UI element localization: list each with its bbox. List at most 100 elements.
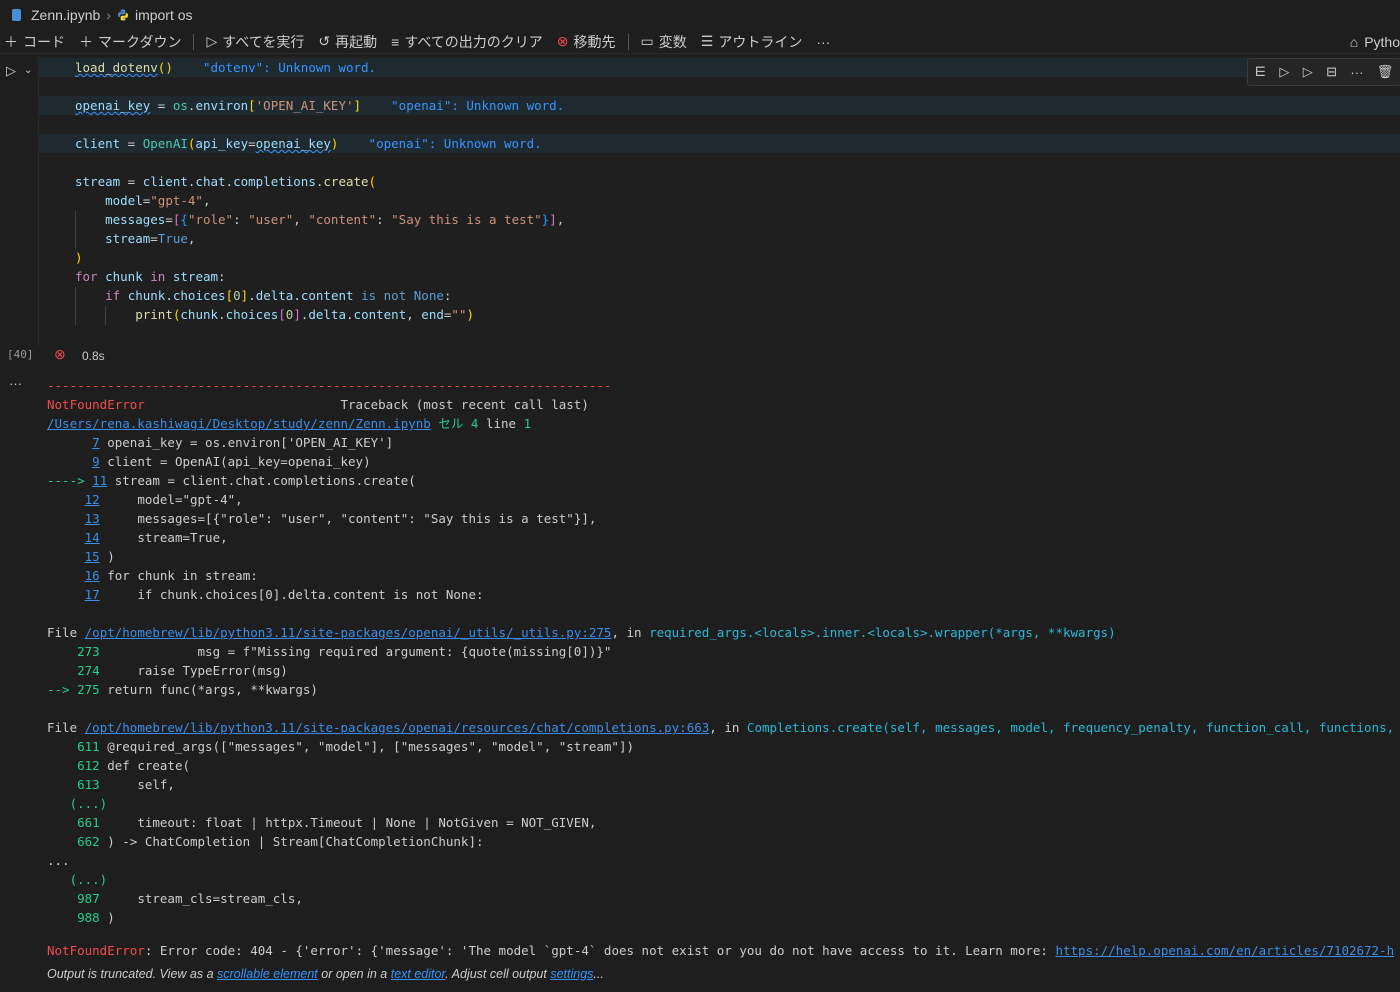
breadcrumb-file[interactable]: Zenn.ipynb [31,7,100,23]
function-signature: required_args.<locals>.inner.<locals>.wr… [649,625,1116,640]
settings-link[interactable]: settings [550,967,593,981]
code-line: messages=[{"role": "user", "content": "S… [105,212,565,227]
kernel-label: Pytho [1364,34,1400,50]
outline-list-icon: ☰ [700,33,714,49]
traceback-line: 662 ) -> ChatCompletion | Stream[ChatCom… [77,834,484,849]
line-link[interactable]: 7 [92,435,100,450]
traceback-dashes: ----------------------------------------… [47,378,612,393]
add-code-button[interactable]: ＋ コード [4,32,65,52]
text-editor-link[interactable]: text editor [391,967,445,981]
chevron-down-icon[interactable]: ⌄ [24,65,32,76]
variables-button[interactable]: ▭ 変数 [641,32,687,52]
clear-all-icon: ≡ [391,33,400,50]
error-name: NotFoundError [47,943,145,958]
restart-icon: ↺ [318,33,331,49]
traceback-line: 987 stream_cls=stream_cls, [77,891,303,906]
error-circle-icon: ⊗ [556,33,569,49]
traceback-line: 17 if chunk.choices[0].delta.content is … [84,587,484,602]
line-number: 1 [523,416,532,431]
traceback-line: 613 self, [77,777,175,792]
diagnostic-hint: "openai": Unknown word. [391,98,565,113]
traceback-header: Traceback (most recent call last) [144,397,589,412]
line-link[interactable]: 15 [85,549,100,564]
restart-label: 再起動 [335,33,378,50]
line-link[interactable]: 12 [85,492,100,507]
delete-cell-icon[interactable]: 🗑 [1377,64,1394,80]
traceback-line: 612 def create( [77,758,190,773]
run-below-icon[interactable]: ▷ [1303,64,1313,80]
toolbar-divider [193,33,195,50]
error-status-icon: ⊗ [54,346,66,362]
goto-button[interactable]: ⊗ 移動先 [557,32,616,52]
run-all-label: すべてを実行 [222,33,305,50]
scrollable-element-link[interactable]: scrollable element [217,967,318,981]
trunc-text: Output is truncated. View as a [47,967,218,981]
line-link[interactable]: 17 [85,587,100,602]
plus-icon: ＋ [79,33,93,50]
code-line: stream=True, [105,231,196,246]
traceback-line: 274 raise TypeError(msg) [77,663,288,678]
line-link[interactable]: 14 [85,530,100,545]
traceback-line: 988 ) [77,910,115,925]
line-link[interactable]: 13 [85,511,100,526]
breadcrumb: Zenn.ipynb › import os [0,0,1400,30]
traceback-line: ... [47,853,70,868]
traceback-header-line: NotFoundError Traceback (most recent cal… [47,395,589,414]
notebook-file-icon [12,9,21,21]
diagnostic-hint: "dotenv": Unknown word. [202,60,377,75]
cell-gutter: ▷ ⌄ [0,56,38,366]
traceback-line: 7 openai_key = os.environ['OPEN_AI_KEY'] [92,435,394,450]
ellipsis-icon: ··· [816,33,831,50]
run-by-line-icon[interactable]: ⋿ [1255,64,1266,80]
output-more-icon[interactable]: ··· [9,376,22,391]
traceback-line: 12 model="gpt-4", [84,492,243,507]
run-all-button[interactable]: ▷ すべてを実行 [206,32,304,52]
breadcrumb-cell[interactable]: import os [135,7,193,23]
traceback-line: 9 client = OpenAI(api_key=openai_key) [92,454,371,469]
traceback-line: (...) [69,796,108,811]
line-link[interactable]: 11 [92,473,107,488]
notebook-toolbar: ＋ コード ＋ マークダウン ▷ すべてを実行 ↺ 再起動 ≡ すべての出力のクリア ⊗ 移… [0,30,1400,54]
line-link[interactable]: 9 [92,454,100,469]
line-link[interactable]: 16 [85,568,100,583]
traceback-line: ----> 11 stream = client.chat.completion… [47,473,416,488]
run-above-icon[interactable]: ▷ [1279,64,1289,80]
toolbar-divider [627,33,629,50]
run-cell-button[interactable]: ▷ [6,63,16,79]
play-outline-icon: ▷ [206,33,218,49]
more-cell-actions-icon[interactable]: ··· [1350,65,1363,80]
code-line: model="gpt-4", [105,193,211,208]
file-path-link[interactable]: /opt/homebrew/lib/python3.11/site-packag… [85,625,612,640]
variables-icon: ▭ [640,33,654,49]
error-name: NotFoundError [47,397,145,412]
add-markdown-label: マークダウン [98,33,182,50]
traceback-cell-location: /Users/rena.kashiwagi/Desktop/study/zenn… [47,414,531,433]
code-cell-editor[interactable]: load_dotenv() "dotenv": Unknown word. op… [38,56,1400,346]
cell-toolbar: ⋿ ▷ ▷ ⊟ ··· 🗑 [1247,58,1400,86]
trunc-text: . Adjust cell output [445,967,551,981]
truncation-notice: Output is truncated. View as a scrollabl… [47,965,604,984]
clear-outputs-button[interactable]: ≡ すべての出力のクリア [391,32,543,52]
code-line: stream = client.chat.completions.create( [75,174,377,189]
more-actions-button[interactable]: ··· [816,34,830,50]
diagnostic-hint: "openai": Unknown word. [368,136,542,151]
restart-button[interactable]: ↺ 再起動 [318,32,377,52]
kernel-picker[interactable]: ⌂ Pytho [1350,30,1400,53]
traceback-file-location: File /opt/homebrew/lib/python3.11/site-p… [47,625,1116,640]
split-cell-icon[interactable]: ⊟ [1326,64,1337,80]
traceback-line: 15 ) [84,549,115,564]
add-code-label: コード [23,33,65,50]
error-message: Error code: 404 - {'error': {'message': … [159,943,1056,958]
traceback-line: 14 stream=True, [84,530,228,545]
traceback-line: 611 @required_args(["messages", "model"]… [77,739,635,754]
line-label: line [485,416,517,431]
execution-duration: 0.8s [82,349,105,363]
traceback-line: --> 275 return func(*args, **kwargs) [47,682,318,697]
outline-button[interactable]: ☰ アウトライン [701,32,803,52]
add-markdown-button[interactable]: ＋ マークダウン [79,32,181,52]
file-path-link[interactable]: /opt/homebrew/lib/python3.11/site-packag… [85,720,710,735]
cell-path-link[interactable]: /Users/rena.kashiwagi/Desktop/study/zenn… [47,416,431,431]
help-link[interactable]: https://help.openai.com/en/articles/7102… [1055,943,1394,958]
traceback-line: (...) [69,872,108,887]
traceback-line: 273 msg = f"Missing required argument: {… [77,644,612,659]
